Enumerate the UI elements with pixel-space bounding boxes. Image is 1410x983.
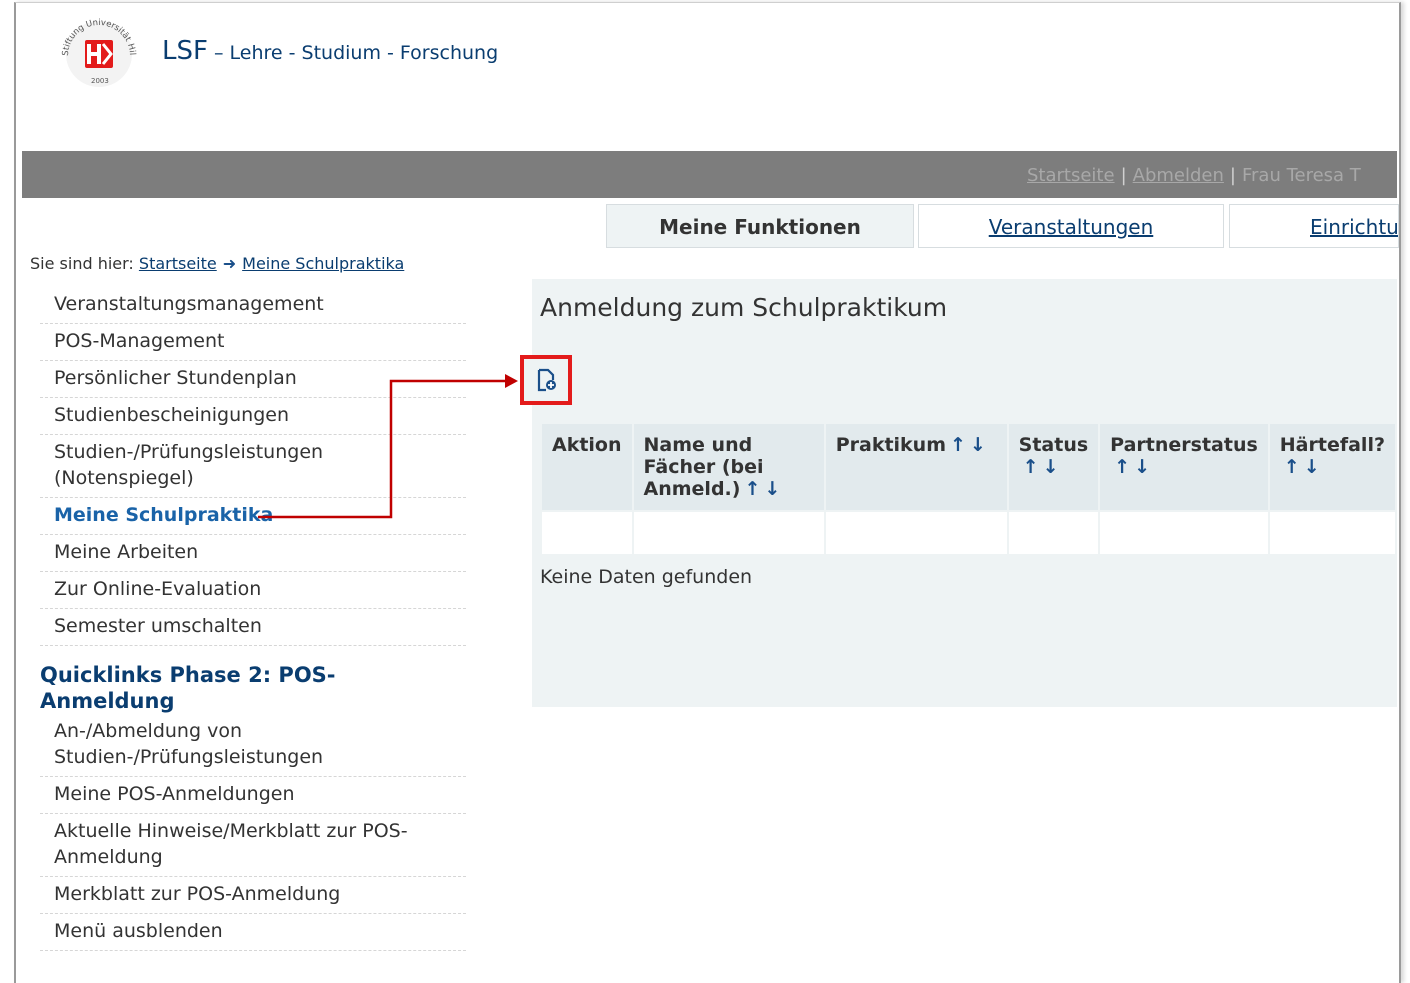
table-cell	[1269, 512, 1395, 554]
add-registration-button[interactable]	[520, 355, 572, 405]
sort-arrows-icon[interactable]: ↑↓	[1114, 456, 1154, 478]
sidebar-item-studienbescheinigungen[interactable]: Studienbescheinigungen	[40, 398, 466, 435]
sort-arrows-icon[interactable]: ↑↓	[950, 434, 990, 456]
sort-arrows-icon[interactable]: ↑↓	[1284, 456, 1324, 478]
logout-link[interactable]: Abmelden	[1133, 165, 1224, 186]
col-name[interactable]: Name und Fächer (bei Anmeld.) ↑↓	[633, 424, 824, 510]
quicklink-pos-anmeldungen[interactable]: Meine POS-Anmeldungen	[40, 777, 466, 814]
sidebar: Veranstaltungsmanagement POS-Management …	[40, 287, 466, 951]
table-cell	[1008, 512, 1099, 554]
startseite-link[interactable]: Startseite	[1027, 165, 1115, 186]
praktika-table: Aktion Name und Fächer (bei Anmeld.) ↑↓ P…	[540, 422, 1397, 556]
table-cell	[1100, 512, 1268, 554]
col-status[interactable]: Status ↑↓	[1008, 424, 1099, 510]
quicklink-merkblatt[interactable]: Merkblatt zur POS-Anmeldung	[40, 877, 466, 914]
page-title: Anmeldung zum Schulpraktikum	[540, 293, 948, 322]
top-bar: Startseite | Abmelden | Frau Teresa T	[22, 151, 1397, 198]
tab-einrichtungen[interactable]: Einrichtu	[1229, 204, 1399, 248]
table-cell	[542, 512, 632, 554]
sidebar-item-veranstaltungsmanagement[interactable]: Veranstaltungsmanagement	[40, 287, 466, 324]
app-title-main: LSF	[162, 36, 208, 66]
sort-arrows-icon[interactable]: ↑↓	[1023, 456, 1063, 478]
breadcrumb-startseite[interactable]: Startseite	[139, 254, 217, 273]
quicklink-anmeldung[interactable]: An-/Abmeldung von Studien-/Prüfungsleist…	[40, 714, 466, 777]
col-praktikum[interactable]: Praktikum ↑↓	[825, 424, 1007, 510]
add-document-icon	[537, 368, 556, 392]
breadcrumb-schulpraktika[interactable]: Meine Schulpraktika	[242, 254, 404, 273]
arrow-right-icon: ➜	[222, 254, 237, 273]
quicklink-menu-ausblenden[interactable]: Menü ausblenden	[40, 914, 466, 951]
top-links: Startseite | Abmelden | Frau Teresa T	[1027, 165, 1361, 186]
svg-text:2003: 2003	[91, 77, 109, 85]
empty-state-text: Keine Daten gefunden	[540, 566, 753, 588]
sidebar-item-arbeiten[interactable]: Meine Arbeiten	[40, 535, 466, 572]
table-header-row: Aktion Name und Fächer (bei Anmeld.) ↑↓ P…	[542, 424, 1395, 510]
breadcrumb: Sie sind hier: Startseite ➜ Meine Schulpra…	[30, 254, 404, 273]
tab-meine-funktionen[interactable]: Meine Funktionen	[606, 204, 914, 248]
user-name: Frau Teresa T	[1241, 165, 1361, 186]
sort-arrows-icon[interactable]: ↑↓	[744, 478, 784, 500]
app-title-sub: – Lehre - Studium - Forschung	[207, 42, 499, 64]
col-aktion: Aktion	[542, 424, 632, 510]
table-cell	[633, 512, 824, 554]
col-haertefall[interactable]: Härtefall? ↑↓	[1269, 424, 1395, 510]
sidebar-item-schulpraktika[interactable]: Meine Schulpraktika	[40, 498, 466, 535]
table-cell	[825, 512, 1007, 554]
sidebar-item-evaluation[interactable]: Zur Online-Evaluation	[40, 572, 466, 609]
app-title: LSF – Lehre - Studium - Forschung	[162, 36, 498, 66]
sidebar-item-semester[interactable]: Semester umschalten	[40, 609, 466, 646]
sidebar-item-pos-management[interactable]: POS-Management	[40, 324, 466, 361]
sidebar-item-stundenplan[interactable]: Persönlicher Stundenplan	[40, 361, 466, 398]
col-partnerstatus[interactable]: Partnerstatus ↑↓	[1100, 424, 1268, 510]
table-row	[542, 512, 1395, 554]
quicklinks-heading: Quicklinks Phase 2: POS-Anmeldung	[40, 663, 336, 713]
breadcrumb-prefix: Sie sind hier:	[30, 254, 134, 273]
main-content: Anmeldung zum Schulpraktikum Aktion Name…	[520, 279, 1397, 707]
sidebar-item-notenspiegel[interactable]: Studien-/Prüfungsleistungen (Notenspiege…	[40, 435, 466, 498]
quicklink-hinweise[interactable]: Aktuelle Hinweise/Merkblatt zur POS-Anme…	[40, 814, 466, 877]
tab-veranstaltungen[interactable]: Veranstaltungen	[918, 204, 1224, 248]
university-logo[interactable]: Stiftung Universität Hildesheim 2003	[54, 7, 140, 88]
